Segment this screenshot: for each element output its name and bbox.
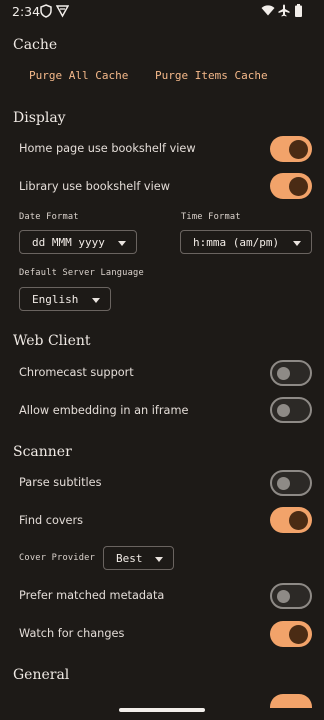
- toggle-knob: [277, 476, 290, 490]
- general-section-title: General: [13, 667, 70, 683]
- date-format-label: Date Format: [19, 212, 79, 222]
- toggle-knob: [277, 403, 290, 417]
- display-section-title: Display: [13, 110, 66, 126]
- library-bookshelf-label: Library use bookshelf view: [19, 180, 170, 193]
- library-bookshelf-toggle[interactable]: [270, 173, 312, 199]
- watch-changes-toggle[interactable]: [270, 621, 312, 647]
- web-client-section-title: Web Client: [13, 333, 91, 349]
- scanner-section-title: Scanner: [13, 444, 72, 460]
- home-bookshelf-label: Home page use bookshelf view: [19, 142, 196, 155]
- vpn-key-icon: [56, 5, 69, 18]
- find-covers-toggle[interactable]: [270, 507, 312, 533]
- purge-all-cache-button[interactable]: Purge All Cache: [29, 69, 128, 82]
- toggle-knob: [277, 366, 290, 380]
- date-format-value: dd MMM yyyy: [32, 236, 105, 249]
- status-time: 2:34: [12, 4, 41, 19]
- chevron-down-icon: [118, 241, 126, 246]
- toggle-knob: [289, 510, 308, 530]
- chevron-down-icon: [92, 298, 100, 303]
- prefer-matched-toggle[interactable]: [270, 583, 312, 609]
- parse-subtitles-toggle[interactable]: [270, 470, 312, 496]
- parse-subtitles-label: Parse subtitles: [19, 476, 102, 489]
- chromecast-toggle[interactable]: [270, 360, 312, 386]
- find-covers-label: Find covers: [19, 514, 84, 527]
- airplane-icon: [278, 4, 290, 17]
- purge-items-cache-button[interactable]: Purge Items Cache: [155, 69, 268, 82]
- toggle-knob: [277, 589, 290, 603]
- iframe-toggle[interactable]: [270, 397, 312, 423]
- shield-icon: [40, 4, 52, 18]
- iframe-label: Allow embedding in an iframe: [19, 404, 189, 417]
- wifi-icon: [261, 5, 275, 16]
- prefer-matched-label: Prefer matched metadata: [19, 589, 165, 602]
- home-indicator[interactable]: [119, 708, 205, 712]
- watch-changes-label: Watch for changes: [19, 627, 125, 640]
- chromecast-label: Chromecast support: [19, 366, 134, 379]
- toggle-knob: [289, 139, 308, 159]
- general-first-toggle[interactable]: [270, 694, 312, 708]
- home-bookshelf-toggle[interactable]: [270, 136, 312, 162]
- chevron-down-icon: [293, 241, 301, 246]
- cache-section-title: Cache: [13, 37, 58, 53]
- date-format-select[interactable]: dd MMM yyyy: [19, 230, 137, 254]
- time-format-value: h:mma (am/pm): [193, 236, 280, 249]
- toggle-knob: [289, 176, 308, 196]
- toggle-knob: [289, 624, 308, 644]
- server-language-label: Default Server Language: [19, 268, 144, 278]
- cover-provider-value: Best: [116, 552, 143, 565]
- server-language-select[interactable]: English: [19, 287, 111, 311]
- chevron-down-icon: [155, 557, 163, 562]
- server-language-value: English: [32, 293, 79, 306]
- battery-icon: [295, 4, 302, 17]
- time-format-label: Time Format: [181, 212, 241, 222]
- time-format-select[interactable]: h:mma (am/pm): [180, 230, 312, 254]
- cover-provider-label: Cover Provider: [19, 553, 96, 563]
- status-bar: 2:34: [0, 0, 324, 24]
- cover-provider-select[interactable]: Best: [103, 546, 174, 570]
